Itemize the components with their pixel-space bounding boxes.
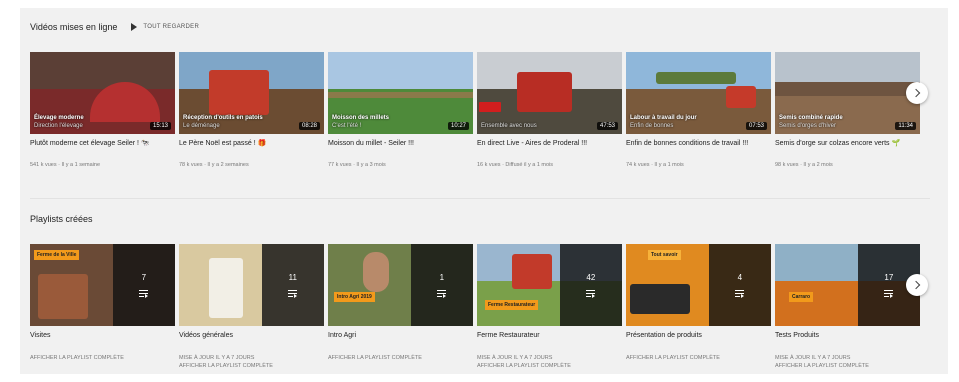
playlists-section-title[interactable]: Playlists créées xyxy=(30,214,93,224)
playlist-thumbnail[interactable]: Carraro 17 xyxy=(775,244,920,326)
video-meta: 16 k vues · Diffusé il y a 1 mois xyxy=(477,162,554,168)
channel-content: Vidéos mises en ligne TOUT REGARDER Élev… xyxy=(20,8,948,374)
video-thumbnail[interactable]: Élevage moderne Direction l'élevage 15:13 xyxy=(30,52,175,134)
section-divider xyxy=(30,198,930,199)
video-title[interactable]: En direct Live - Aires de Proderal !!! xyxy=(477,139,622,157)
playlist-overlay: 42 xyxy=(559,244,622,326)
video-thumbnail[interactable]: Réception d'outils en patois Le déménage … xyxy=(179,52,324,134)
video-thumbnail[interactable]: Semis combiné rapide Semis d'orges d'hive… xyxy=(775,52,920,134)
video-meta: 541 k vues · Il y a 1 semaine xyxy=(30,162,101,168)
videos-next-button[interactable] xyxy=(906,82,928,104)
video-title[interactable]: Semis d'orge sur colzas encore verts 🌱 xyxy=(775,139,920,157)
video-thumbnail[interactable]: Moisson des millets C'est l'été ! 10:27 xyxy=(328,52,473,134)
playlist-meta[interactable]: Mise à jour il y a 7 jours Afficher la pl… xyxy=(775,354,920,370)
playlist-thumbnail[interactable]: Ferme Restaurateur 42 xyxy=(477,244,622,326)
video-duration: 10:27 xyxy=(447,122,469,130)
video-thumbnail[interactable]: Labour à travail du jour Enfin de bonnes … xyxy=(626,52,771,134)
playlists-section-header: Playlists créées xyxy=(30,214,93,224)
playlist-icon xyxy=(735,289,745,298)
playlist-title[interactable]: Présentation de produits xyxy=(626,331,771,349)
playlist-card[interactable]: Ferme Restaurateur 42 Ferme Restaurateur… xyxy=(477,244,622,370)
playlist-icon xyxy=(288,289,298,298)
playlist-icon xyxy=(139,289,149,298)
playlist-title[interactable]: Ferme Restaurateur xyxy=(477,331,622,349)
playlist-meta[interactable]: Afficher la playlist complète xyxy=(626,354,771,362)
playlist-title[interactable]: Visites xyxy=(30,331,175,349)
playlist-icon xyxy=(437,289,447,298)
thumbnail-caption: Réception d'outils en patois Le déménage xyxy=(183,115,263,129)
playlist-meta[interactable]: Mise à jour il y a 7 jours Afficher la pl… xyxy=(477,354,622,370)
chevron-right-icon xyxy=(911,88,921,98)
video-duration: 15:13 xyxy=(149,122,171,130)
videos-section-header: Vidéos mises en ligne TOUT REGARDER xyxy=(30,22,199,32)
video-title[interactable]: Plutôt moderne cet élevage Seiler ! 🐄 xyxy=(30,139,175,157)
video-duration: 11:34 xyxy=(895,122,916,130)
thumbnail-caption: Ensemble avec nous xyxy=(481,123,537,129)
playlist-title[interactable]: Tests Produits xyxy=(775,331,920,349)
thumbnail-tag: Ferme de la Ville xyxy=(34,250,80,260)
video-meta: 98 k vues · Il y a 2 mois xyxy=(775,162,833,168)
video-card[interactable]: Élevage moderne Direction l'élevage 15:13… xyxy=(30,52,175,169)
playlist-count: 7 xyxy=(141,272,147,282)
thumbnail-tag: Ferme Restaurateur xyxy=(485,300,539,310)
playlist-thumbnail[interactable]: Intro Agri 2019 1 xyxy=(328,244,473,326)
playlists-next-button[interactable] xyxy=(906,274,928,296)
thumbnail-caption: Semis combiné rapide Semis d'orges d'hive… xyxy=(779,115,843,129)
videos-row: Élevage moderne Direction l'élevage 15:13… xyxy=(30,52,920,169)
playlist-icon xyxy=(884,289,894,298)
video-duration: 07:53 xyxy=(745,122,767,130)
video-meta: 74 k vues · Il y a 1 mois xyxy=(626,162,684,168)
video-card[interactable]: Labour à travail du jour Enfin de bonnes … xyxy=(626,52,771,169)
video-duration: 08:28 xyxy=(298,122,320,130)
playlist-card[interactable]: Carraro 17 Tests Produits Mise à jour il… xyxy=(775,244,920,370)
playlist-overlay: 4 xyxy=(708,244,771,326)
video-meta: 78 k vues · Il y a 2 semaines xyxy=(179,162,249,168)
play-all-label: TOUT REGARDER xyxy=(143,24,200,30)
thumbnail-tag: Tout savoir xyxy=(648,250,681,260)
play-all-button[interactable]: TOUT REGARDER xyxy=(131,23,199,31)
playlist-count: 11 xyxy=(288,272,297,282)
playlist-count: 4 xyxy=(737,272,743,282)
video-card[interactable]: Semis combiné rapide Semis d'orges d'hive… xyxy=(775,52,920,169)
video-title[interactable]: Le Père Noël est passé ! 🎁 xyxy=(179,139,324,157)
playlist-meta[interactable]: Afficher la playlist complète xyxy=(328,354,473,362)
playlist-count: 42 xyxy=(586,272,596,282)
playlist-overlay: 11 xyxy=(261,244,324,326)
video-title[interactable]: Moisson du millet - Seiler !!! xyxy=(328,139,473,157)
video-meta: 77 k vues · Il y a 3 mois xyxy=(328,162,386,168)
playlist-thumbnail[interactable]: 11 xyxy=(179,244,324,326)
video-duration: 47:53 xyxy=(596,122,618,130)
playlist-thumbnail[interactable]: Ferme de la Ville 7 xyxy=(30,244,175,326)
thumbnail-caption: Moisson des millets C'est l'été ! xyxy=(332,115,390,129)
playlist-meta[interactable]: Mise à jour il y a 7 jours Afficher la pl… xyxy=(179,354,324,370)
chevron-right-icon xyxy=(911,280,921,290)
videos-section-title[interactable]: Vidéos mises en ligne xyxy=(30,22,117,32)
playlist-title[interactable]: Intro Agri xyxy=(328,331,473,349)
playlist-thumbnail[interactable]: Tout savoir 4 xyxy=(626,244,771,326)
thumbnail-tag: Carraro xyxy=(789,292,814,302)
video-title[interactable]: Enfin de bonnes conditions de travail !!… xyxy=(626,139,771,157)
playlist-count: 17 xyxy=(884,272,894,282)
play-icon xyxy=(131,23,138,31)
playlist-count: 1 xyxy=(439,272,445,282)
playlist-overlay: 7 xyxy=(112,244,175,326)
video-card[interactable]: Réception d'outils en patois Le déménage … xyxy=(179,52,324,169)
playlist-title[interactable]: Vidéos générales xyxy=(179,331,324,349)
video-card[interactable]: Ensemble avec nous 47:53 En direct Live … xyxy=(477,52,622,169)
playlist-card[interactable]: 11 Vidéos générales Mise à jour il y a 7… xyxy=(179,244,324,370)
playlist-icon xyxy=(586,289,596,298)
thumbnail-caption: Labour à travail du jour Enfin de bonnes xyxy=(630,115,697,129)
playlist-card[interactable]: Tout savoir 4 Présentation de produits A… xyxy=(626,244,771,370)
playlist-overlay: 1 xyxy=(410,244,473,326)
thumbnail-caption: Élevage moderne Direction l'élevage xyxy=(34,115,84,129)
video-thumbnail[interactable]: Ensemble avec nous 47:53 xyxy=(477,52,622,134)
video-card[interactable]: Moisson des millets C'est l'été ! 10:27 M… xyxy=(328,52,473,169)
playlist-meta[interactable]: Afficher la playlist complète xyxy=(30,354,175,362)
playlist-card[interactable]: Ferme de la Ville 7 Visites Afficher la … xyxy=(30,244,175,370)
playlist-card[interactable]: Intro Agri 2019 1 Intro Agri Afficher la… xyxy=(328,244,473,370)
thumbnail-tag: Intro Agri 2019 xyxy=(334,292,375,302)
playlists-row: Ferme de la Ville 7 Visites Afficher la … xyxy=(30,244,920,370)
